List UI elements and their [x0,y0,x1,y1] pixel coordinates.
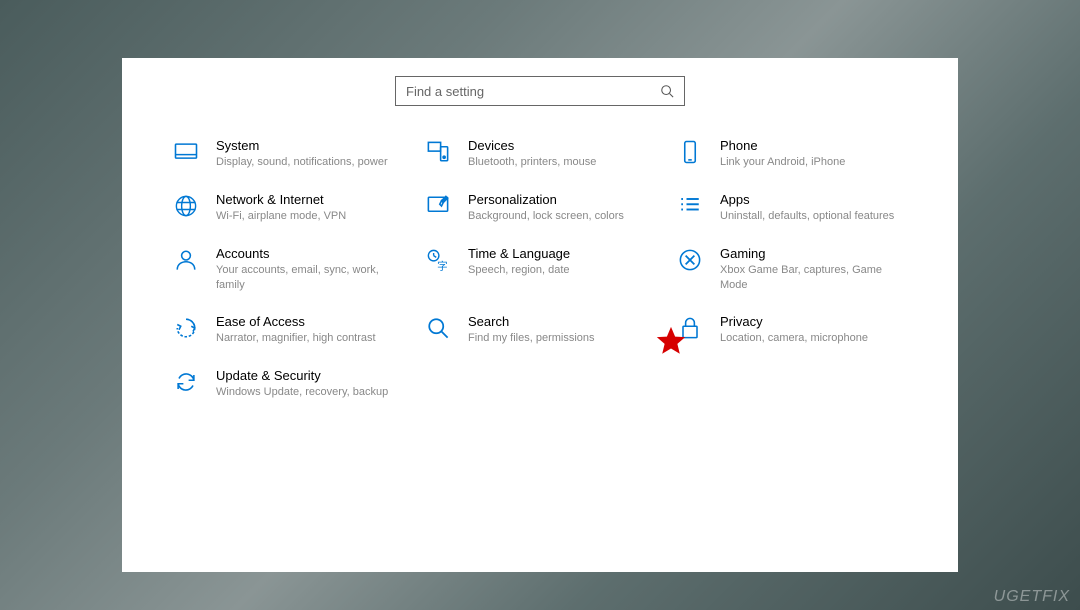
magnifier-icon [424,314,452,342]
category-subtitle: Location, camera, microphone [720,331,908,346]
category-apps[interactable]: Apps Uninstall, defaults, optional featu… [676,192,908,224]
category-title: Update & Security [216,368,404,383]
person-icon [172,246,200,274]
apps-list-icon [676,192,704,220]
category-subtitle: Xbox Game Bar, captures, Game Mode [720,263,908,293]
category-subtitle: Narrator, magnifier, high contrast [216,331,404,346]
settings-window: Find a setting System Display, sound, no… [122,58,958,572]
category-text: Phone Link your Android, iPhone [720,138,908,170]
globe-icon [172,192,200,220]
category-ease-of-access[interactable]: Ease of Access Narrator, magnifier, high… [172,314,404,346]
category-privacy[interactable]: Privacy Location, camera, microphone [676,314,908,346]
time-language-icon: 字 [424,246,452,274]
category-text: Network & Internet Wi-Fi, airplane mode,… [216,192,404,224]
devices-icon [424,138,452,166]
category-title: Personalization [468,192,656,207]
category-title: Phone [720,138,908,153]
category-text: Privacy Location, camera, microphone [720,314,908,346]
ease-of-access-icon [172,314,200,342]
search-icon [660,84,674,98]
category-title: Privacy [720,314,908,329]
category-title: Time & Language [468,246,656,261]
svg-text:字: 字 [437,259,448,272]
category-phone[interactable]: Phone Link your Android, iPhone [676,138,908,170]
category-text: Apps Uninstall, defaults, optional featu… [720,192,908,224]
update-icon [172,368,200,396]
category-subtitle: Your accounts, email, sync, work, family [216,263,404,293]
category-text: System Display, sound, notifications, po… [216,138,404,170]
search-container: Find a setting [162,76,918,106]
category-title: Devices [468,138,656,153]
category-network[interactable]: Network & Internet Wi-Fi, airplane mode,… [172,192,404,224]
category-text: Time & Language Speech, region, date [468,246,656,278]
category-subtitle: Background, lock screen, colors [468,209,656,224]
category-title: Network & Internet [216,192,404,207]
category-title: Apps [720,192,908,207]
category-text: Update & Security Windows Update, recove… [216,368,404,400]
category-subtitle: Link your Android, iPhone [720,155,908,170]
category-subtitle: Bluetooth, printers, mouse [468,155,656,170]
settings-categories-grid: System Display, sound, notifications, po… [162,138,918,400]
category-personalization[interactable]: Personalization Background, lock screen,… [424,192,656,224]
category-title: Gaming [720,246,908,261]
category-devices[interactable]: Devices Bluetooth, printers, mouse [424,138,656,170]
category-subtitle: Uninstall, defaults, optional features [720,209,908,224]
category-time-language[interactable]: 字 Time & Language Speech, region, date [424,246,656,293]
category-title: System [216,138,404,153]
category-text: Accounts Your accounts, email, sync, wor… [216,246,404,293]
paintbrush-icon [424,192,452,220]
category-text: Ease of Access Narrator, magnifier, high… [216,314,404,346]
category-update-security[interactable]: Update & Security Windows Update, recove… [172,368,404,400]
search-input[interactable]: Find a setting [395,76,685,106]
category-subtitle: Windows Update, recovery, backup [216,385,404,400]
category-title: Search [468,314,656,329]
category-subtitle: Speech, region, date [468,263,656,278]
category-gaming[interactable]: Gaming Xbox Game Bar, captures, Game Mod… [676,246,908,293]
system-icon [172,138,200,166]
category-text: Personalization Background, lock screen,… [468,192,656,224]
highlight-star-marker [654,324,688,358]
gaming-icon [676,246,704,274]
category-search[interactable]: Search Find my files, permissions [424,314,656,346]
phone-icon [676,138,704,166]
category-subtitle: Wi-Fi, airplane mode, VPN [216,209,404,224]
search-placeholder: Find a setting [406,84,484,99]
watermark-text: UGETFIX [994,588,1070,606]
category-text: Search Find my files, permissions [468,314,656,346]
category-text: Gaming Xbox Game Bar, captures, Game Mod… [720,246,908,293]
category-title: Accounts [216,246,404,261]
category-text: Devices Bluetooth, printers, mouse [468,138,656,170]
category-subtitle: Display, sound, notifications, power [216,155,404,170]
category-subtitle: Find my files, permissions [468,331,656,346]
category-title: Ease of Access [216,314,404,329]
category-system[interactable]: System Display, sound, notifications, po… [172,138,404,170]
category-accounts[interactable]: Accounts Your accounts, email, sync, wor… [172,246,404,293]
